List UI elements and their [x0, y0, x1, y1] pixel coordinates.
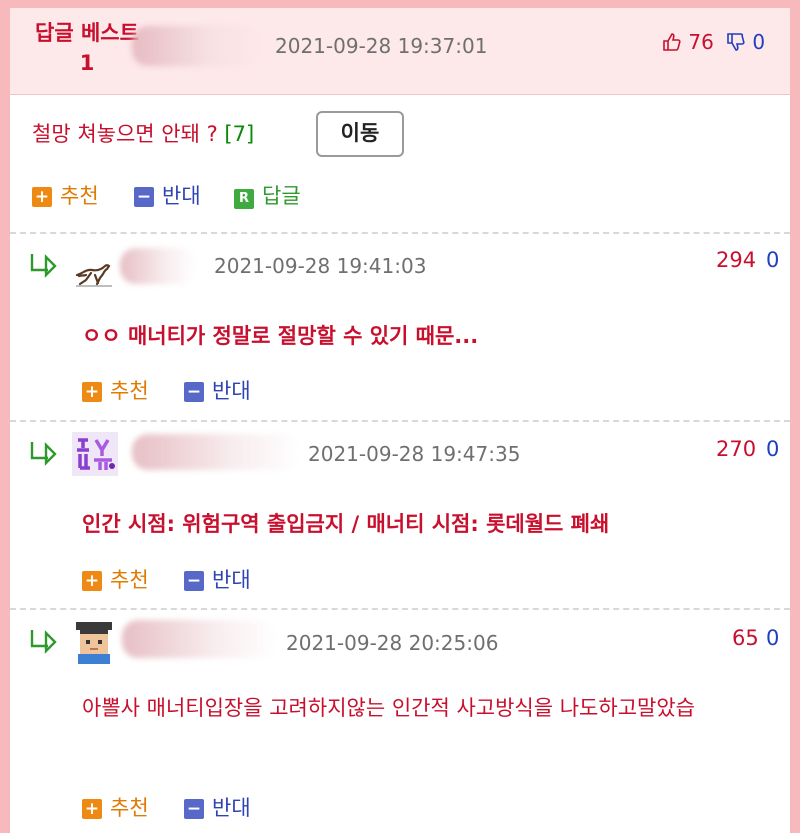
minus-icon: −	[134, 187, 154, 207]
comment-upvotes: 65	[732, 626, 759, 650]
comment-text: 인간 시점: 위험구역 출입금지 / 매너티 시점: 롯데월드 폐쇄	[82, 512, 610, 536]
divider	[10, 608, 790, 610]
post-upvotes[interactable]: 76	[662, 30, 714, 54]
comment-downvotes: 0	[766, 437, 780, 461]
blurred-username	[122, 620, 276, 658]
minus-icon: −	[184, 382, 204, 402]
recommend-button[interactable]: + 추천	[82, 792, 149, 822]
plus-icon: +	[32, 187, 52, 207]
oppose-label: 반대	[212, 568, 251, 592]
divider	[10, 232, 790, 234]
oppose-label: 반대	[162, 184, 201, 208]
upvote-count: 76	[688, 30, 714, 54]
recommend-label: 추천	[110, 568, 149, 592]
best-reply-header: 답글 베스트1 2021-09-28 19:37:01 76 0	[10, 8, 790, 95]
recommend-label: 추천	[110, 379, 149, 403]
thumbs-up-icon	[663, 33, 681, 51]
best-reply-badge: 답글 베스트1	[35, 21, 139, 75]
comment-upvotes: 294	[716, 248, 757, 272]
reply-count: [7]	[224, 122, 255, 146]
post-title-link[interactable]: 철망 쳐놓으면 안돼 ? [7]	[32, 118, 254, 148]
pixel-graduate-icon	[76, 622, 112, 664]
comment-date: 2021-09-28 20:25:06	[286, 631, 499, 655]
comment-downvotes: 0	[766, 626, 780, 650]
minus-icon: −	[184, 799, 204, 819]
oppose-label: 반대	[212, 796, 251, 820]
reply-arrow-icon	[30, 254, 57, 278]
reply-button[interactable]: R 답글	[234, 180, 301, 210]
recommend-label: 추천	[60, 184, 99, 208]
reply-r-icon: R	[234, 189, 254, 209]
downvote-count: 0	[752, 30, 766, 54]
comment-downvotes: 0	[766, 248, 780, 272]
plus-icon: +	[82, 382, 102, 402]
oppose-button[interactable]: − 반대	[184, 564, 251, 594]
recommend-button[interactable]: + 추천	[82, 375, 149, 405]
divider	[10, 420, 790, 422]
comment-text: 아뽈사 매너티입장을 고려하지않는 인간적 사고방식을 나도하고말았습	[82, 696, 695, 720]
recommend-button[interactable]: + 추천	[32, 180, 99, 210]
comment-text: ㅇㅇ 매너티가 정말로 절망할 수 있기 때문...	[82, 324, 479, 348]
recommend-button[interactable]: + 추천	[82, 564, 149, 594]
reply-arrow-icon	[30, 442, 57, 466]
post-downvotes[interactable]: 0	[726, 30, 765, 54]
blurred-username	[120, 248, 196, 284]
reply-label: 답글	[262, 184, 301, 208]
pixel-text-icon	[72, 432, 118, 476]
comment-date: 2021-09-28 19:41:03	[214, 254, 427, 278]
oppose-label: 반대	[212, 379, 251, 403]
oppose-button[interactable]: − 반대	[184, 792, 251, 822]
minus-icon: −	[184, 571, 204, 591]
recommend-label: 추천	[110, 796, 149, 820]
blurred-username	[132, 26, 260, 66]
comment-upvotes: 270	[716, 437, 757, 461]
post-date: 2021-09-28 19:37:01	[275, 34, 488, 58]
plus-icon: +	[82, 571, 102, 591]
reply-arrow-icon	[30, 630, 57, 654]
comment-date: 2021-09-28 19:47:35	[308, 442, 521, 466]
post-title: 철망 쳐놓으면 안돼 ?	[32, 122, 218, 146]
running-dog-icon	[75, 264, 112, 287]
oppose-button[interactable]: − 반대	[184, 375, 251, 405]
oppose-button[interactable]: − 반대	[134, 180, 201, 210]
comment-panel: 답글 베스트1 2021-09-28 19:37:01 76 0 철망 쳐놓으면…	[10, 8, 790, 833]
thumbs-down-icon	[727, 33, 745, 51]
blurred-username	[132, 434, 300, 470]
plus-icon: +	[82, 799, 102, 819]
move-button[interactable]: 이동	[316, 111, 404, 157]
